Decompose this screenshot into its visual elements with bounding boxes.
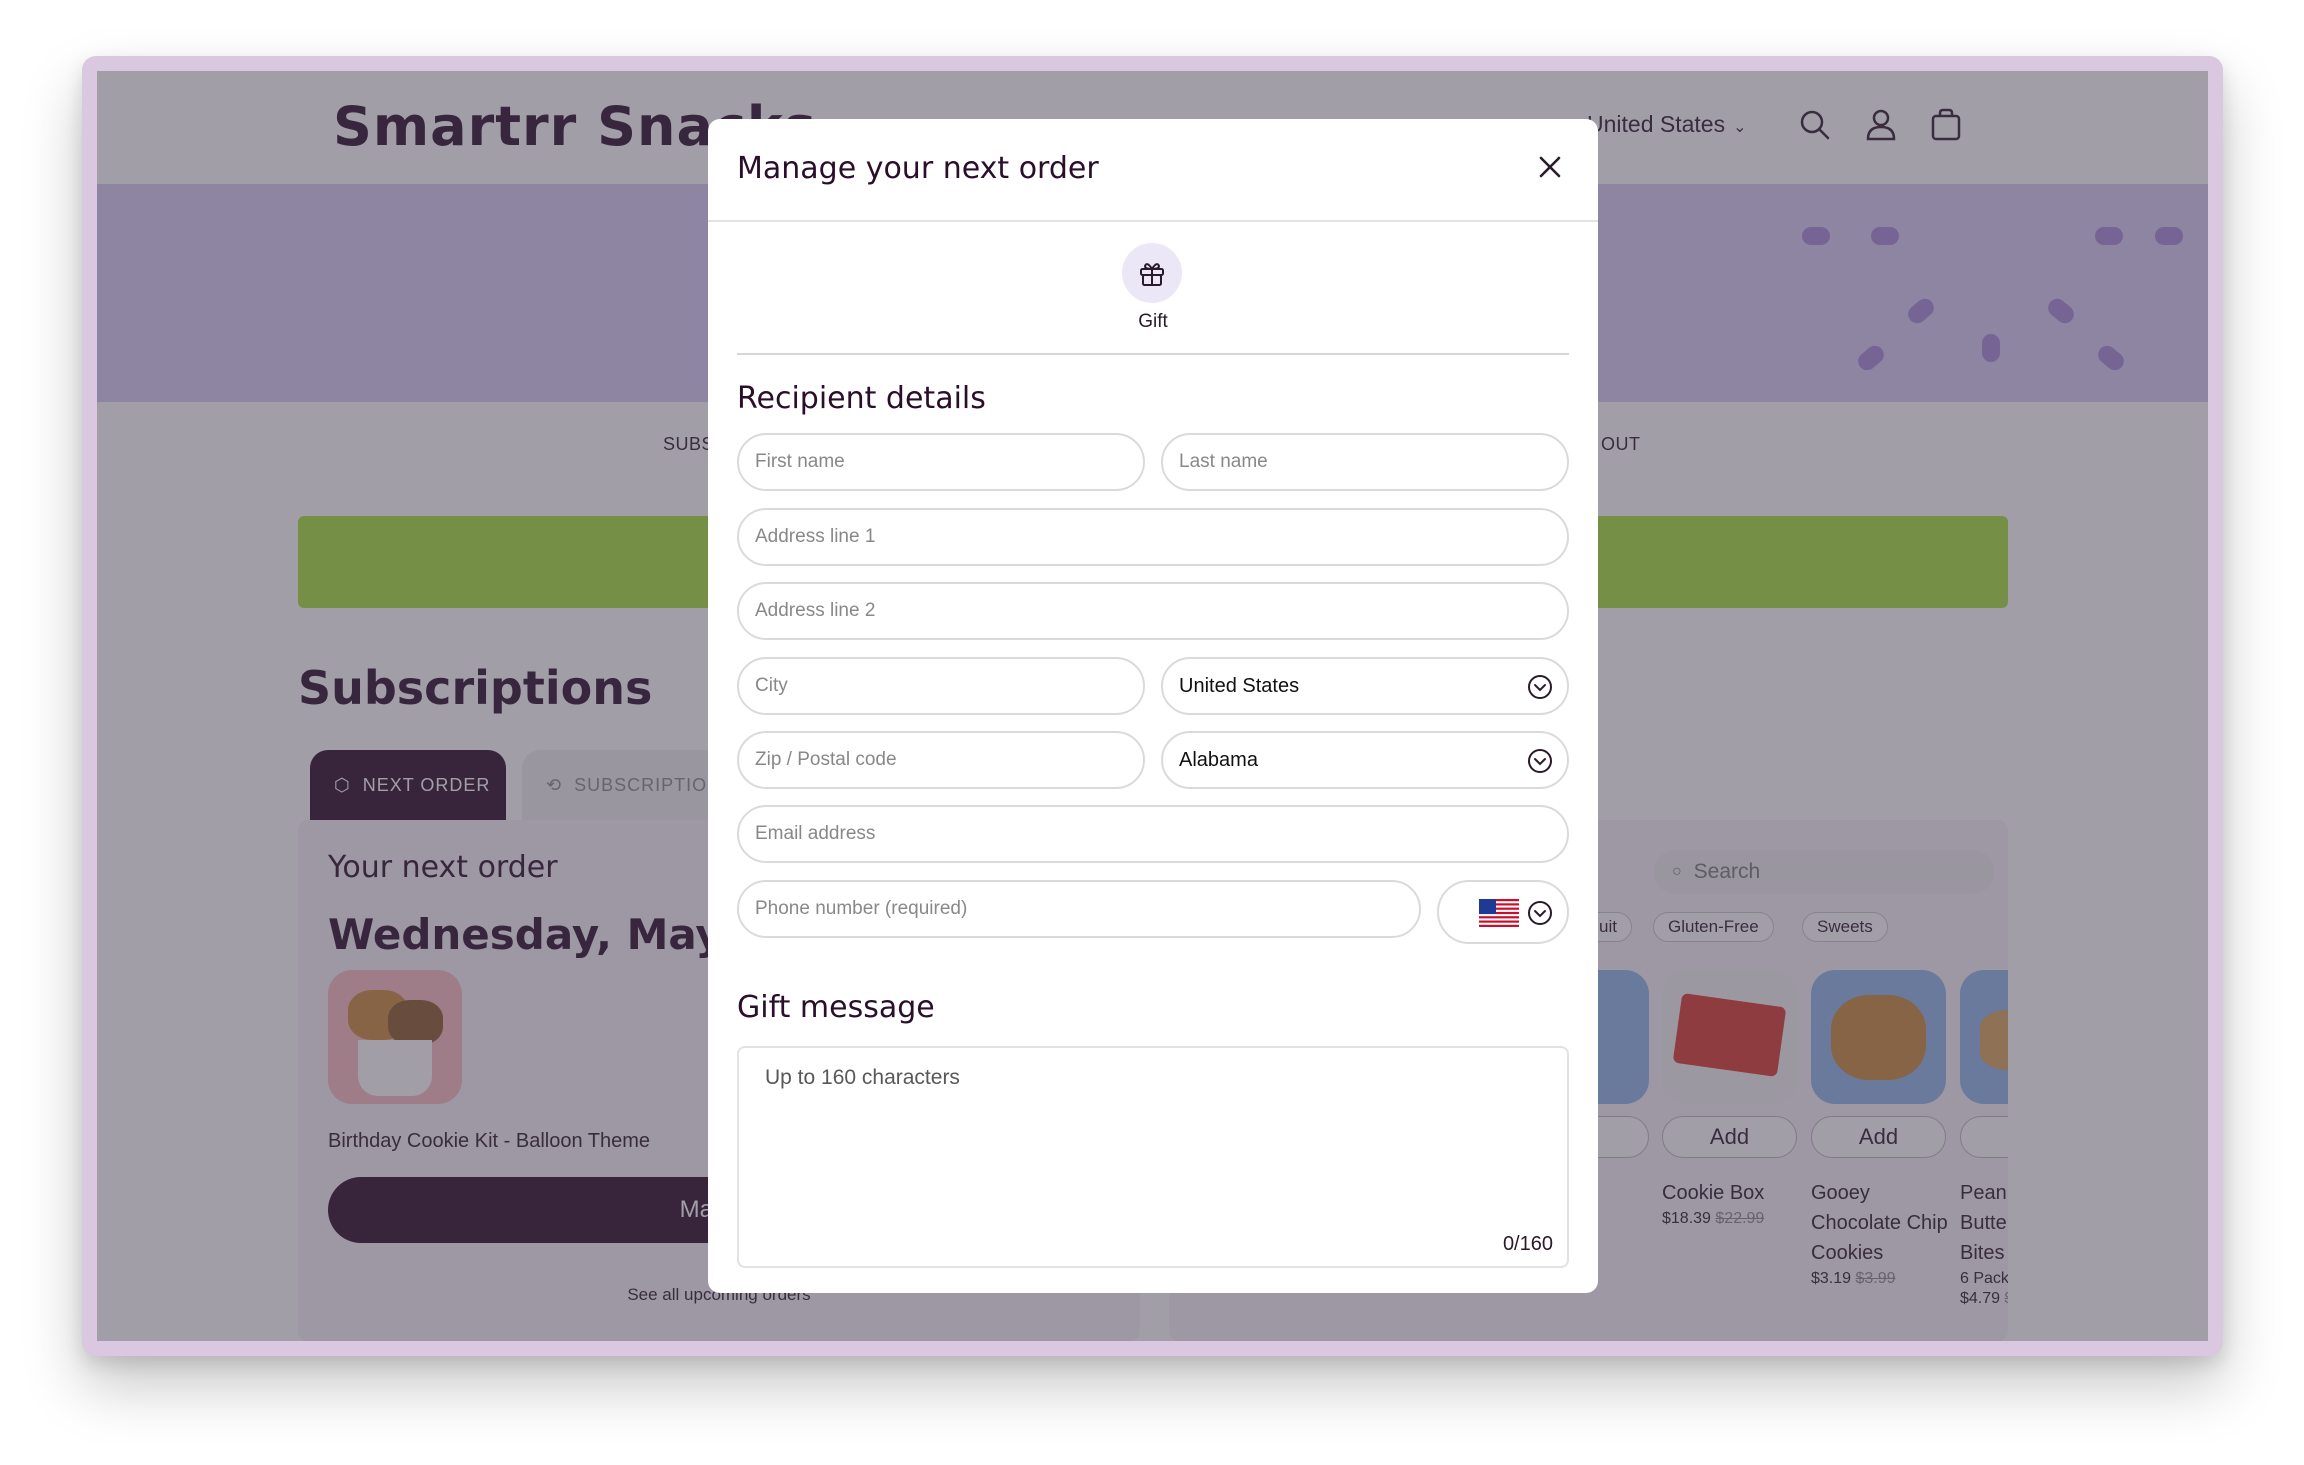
last-name-field[interactable] [1161,433,1569,491]
country-select-value: United States [1179,674,1300,697]
address-line-2-field[interactable] [737,582,1569,640]
phone-field[interactable] [737,880,1421,938]
divider [737,353,1569,355]
state-select[interactable]: Alabama [1161,731,1569,789]
modal-title: Manage your next order [737,151,1099,186]
city-field[interactable] [737,657,1145,715]
email-field[interactable] [737,805,1569,863]
first-name-field[interactable] [737,433,1145,491]
gift-label: Gift [1138,311,1168,332]
gift-message-textarea[interactable] [739,1048,1567,1228]
country-select[interactable]: United States [1161,657,1569,715]
chevron-down-circle-icon [1528,749,1552,773]
gift-icon [1140,263,1164,286]
chevron-down-circle-icon [1528,675,1552,699]
gift-message-box: 0/160 [737,1046,1569,1268]
divider [708,220,1598,222]
character-counter: 0/160 [1502,1233,1553,1255]
gift-toggle[interactable] [1122,243,1182,303]
zip-field[interactable] [737,731,1145,789]
address-line-1-field[interactable] [737,508,1569,566]
close-icon[interactable] [1532,149,1568,185]
manage-order-modal: Manage your next order Gift Recipient de… [708,119,1598,1293]
state-select-value: Alabama [1179,748,1258,771]
chevron-down-circle-icon [1528,901,1552,925]
gift-message-title: Gift message [737,990,935,1025]
phone-country-select[interactable] [1437,880,1569,944]
us-flag-icon [1479,899,1519,927]
recipient-details-title: Recipient details [737,381,986,416]
